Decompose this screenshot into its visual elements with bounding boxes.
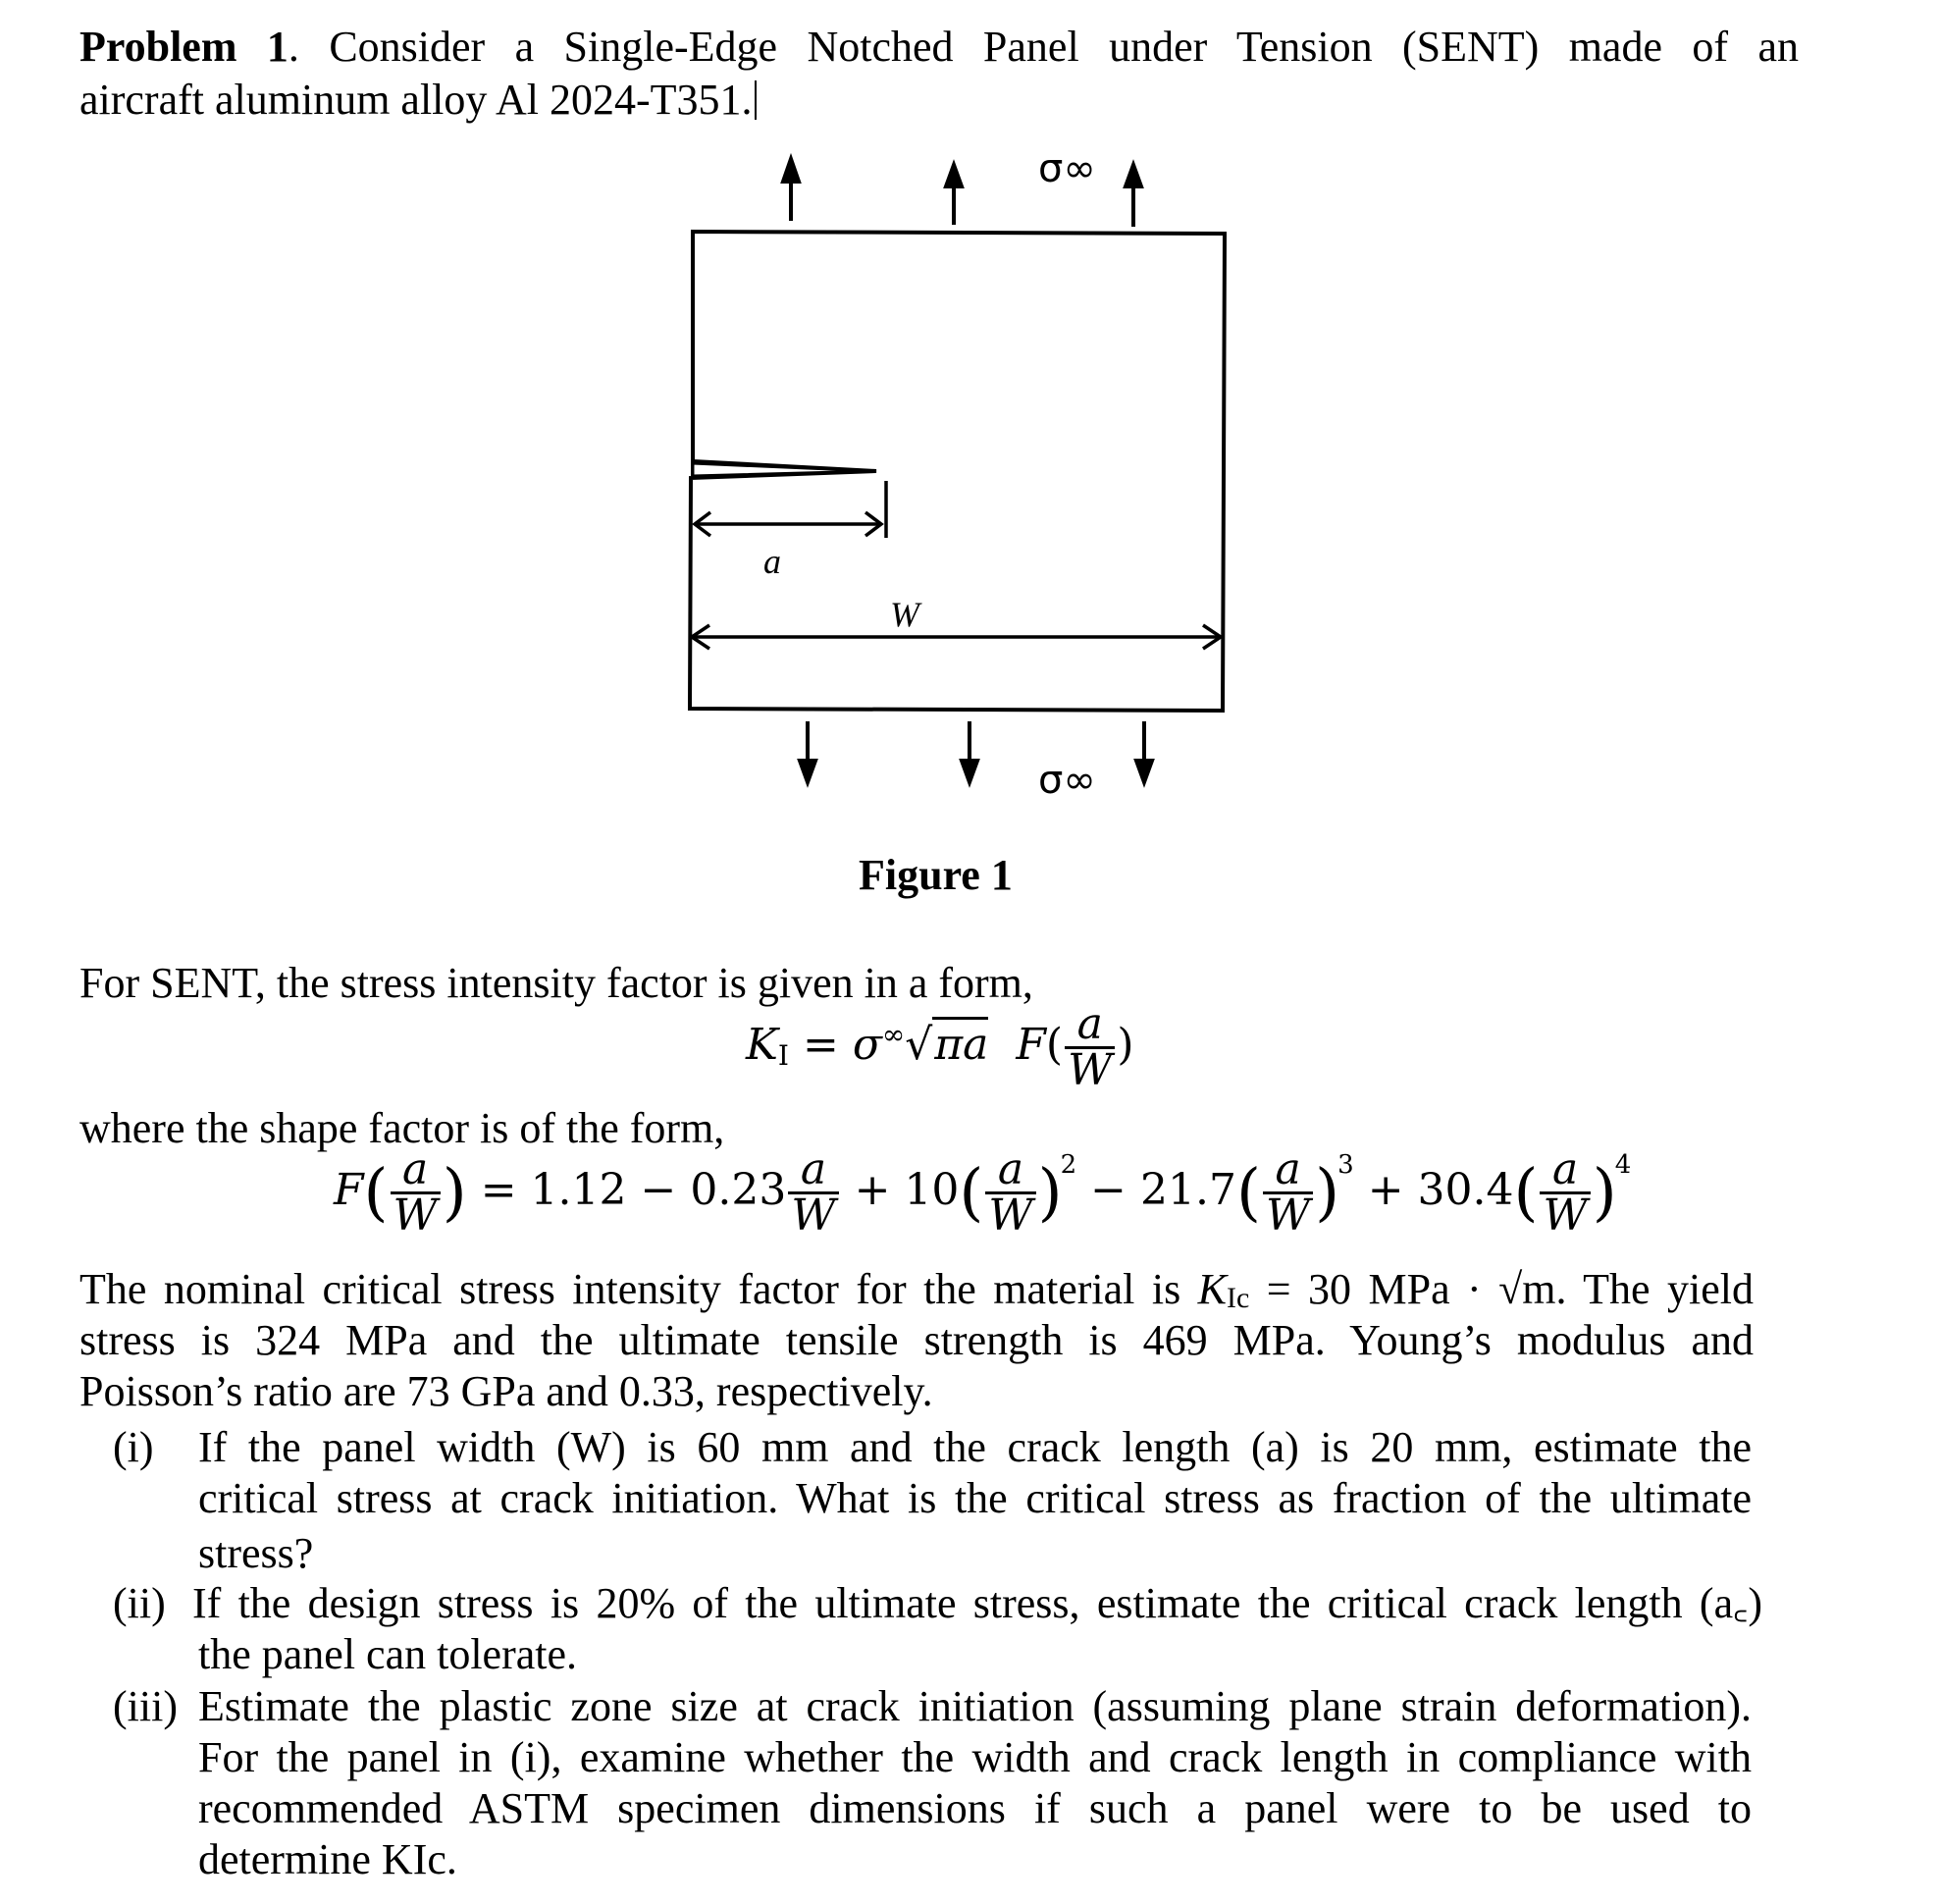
power-2: 2: [1060, 1150, 1077, 1180]
a-over-w-fraction: aW: [985, 1148, 1036, 1238]
power-4: 4: [1614, 1150, 1632, 1180]
infinity-superscript: ∞: [881, 1018, 906, 1051]
crack-length-dimension: [692, 481, 888, 538]
question-label: (ii): [113, 1579, 166, 1627]
equals-sign: =: [802, 1020, 839, 1070]
power-3: 3: [1337, 1150, 1354, 1180]
width-label: W: [890, 595, 922, 634]
question-text: Estimate the plastic zone size at crack …: [198, 1681, 1752, 1885]
term-quadratic-coeff: + 10: [854, 1165, 960, 1215]
stress-label-top: σ∞: [1038, 146, 1096, 191]
a-over-w-fraction: aW: [1065, 1003, 1116, 1092]
term-cubic-coeff: − 21.7: [1090, 1165, 1236, 1215]
question-label: (iii): [113, 1682, 178, 1730]
term-quartic-coeff: + 30.4: [1367, 1165, 1514, 1215]
shape-function-symbol: F: [1016, 1020, 1046, 1070]
material-line-2: stress is 324 MPa and the ultimate tensi…: [79, 1316, 1754, 1364]
crack-length-label: a: [763, 542, 781, 581]
kic-subscript: Ic: [1227, 1282, 1250, 1314]
material-text: = 30 MPa · √m. The yield: [1249, 1265, 1754, 1313]
material-line-3: Poisson’s ratio are 73 GPa and 0.33, res…: [79, 1367, 933, 1415]
sent-figure: a W σ∞ σ∞: [687, 146, 1228, 803]
ki-subscript: I: [777, 1039, 789, 1072]
stress-label-bottom: σ∞: [1038, 758, 1096, 803]
a-over-w-fraction: aW: [1540, 1148, 1591, 1238]
ki-symbol: K: [746, 1020, 778, 1070]
ki-equation: KI = σ∞√πa F(a W): [746, 999, 1134, 1095]
shape-function-symbol: F: [334, 1165, 364, 1215]
load-arrow-down: [959, 721, 980, 788]
a-over-w-fraction: aW: [1262, 1148, 1314, 1238]
question-line: determine KIc.: [198, 1835, 457, 1883]
width-dimension: [688, 623, 1225, 651]
question-text: If the panel width (W) is 60 mm and the …: [198, 1422, 1752, 1579]
load-arrow-up: [943, 159, 965, 225]
sif-intro: For SENT, the stress intensity factor is…: [79, 959, 1033, 1007]
load-arrow-up: [780, 152, 802, 221]
shape-factor-equation: F(a W) = 1.12 − 0.23 a W + 10(a W)2 − 21.7(a…: [334, 1144, 1632, 1241]
kic-symbol: K: [1197, 1265, 1228, 1313]
a-over-w-fraction: aW: [788, 1148, 839, 1238]
question-line: Estimate the plastic zone size at crack …: [198, 1682, 1752, 1730]
question-label: (i): [113, 1423, 154, 1471]
sigma-symbol: σ: [852, 1020, 882, 1070]
a-over-w-fraction: aW: [390, 1148, 441, 1238]
load-arrow-down: [797, 721, 818, 788]
sqrt-argument: πa: [932, 1017, 989, 1070]
question-text: If the design stress is 20% of the ultim…: [192, 1578, 1762, 1680]
question-line: recommended ASTM specimen dimensions if …: [198, 1784, 1752, 1832]
figure-caption: Figure 1: [859, 851, 1013, 899]
question-line: If the panel width (W) is 60 mm and the …: [198, 1423, 1752, 1471]
question-line: the panel can tolerate.: [198, 1630, 578, 1678]
load-arrow-up: [1123, 159, 1144, 227]
question-line: critical stress at crack initiation. Wha…: [198, 1474, 1752, 1522]
question-line: For the panel in (i), examine whether th…: [198, 1733, 1752, 1781]
question-line: stress?: [198, 1529, 314, 1577]
term-constant-linear: = 1.12 − 0.23: [480, 1165, 787, 1215]
load-arrow-down: [1133, 721, 1155, 788]
question-line: If the design stress is 20% of the ultim…: [192, 1579, 1762, 1627]
material-text: The nominal critical stress intensity fa…: [79, 1265, 1198, 1313]
